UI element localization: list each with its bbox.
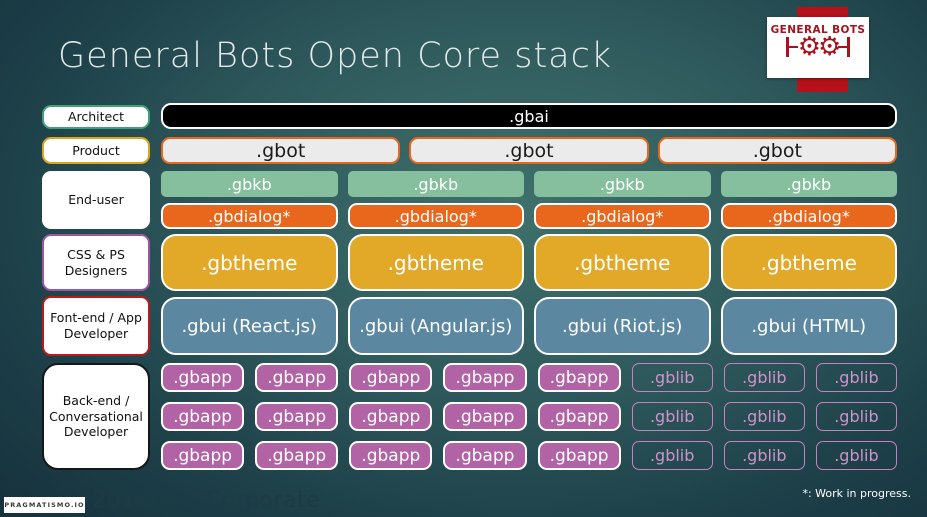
gblib-box: .gblib bbox=[815, 363, 897, 392]
gbdialog-box: .gbdialog* bbox=[161, 203, 338, 229]
row-gbkb: .gbkb .gbkb .gbkb .gbkb bbox=[161, 171, 897, 197]
row-backend-1: .gbapp .gbapp .gbapp .gbapp .gbapp .gbli… bbox=[161, 363, 897, 392]
gbdialog-box: .gbdialog* bbox=[720, 203, 897, 229]
gbdialog-box: .gbdialog* bbox=[347, 203, 524, 229]
gbapp-box: .gbapp bbox=[537, 363, 621, 392]
gbapp-box: .gbapp bbox=[349, 363, 433, 392]
gblib-box: .gblib bbox=[631, 402, 713, 431]
gblib-box: .gblib bbox=[723, 441, 805, 470]
footer-slide-label: 2018Q4 - Corporate bbox=[92, 488, 321, 513]
row-gbot: .gbot .gbot .gbot bbox=[161, 137, 897, 164]
gears-icon: ⚙⚙ bbox=[786, 34, 850, 60]
row-label-architect: Architect bbox=[42, 105, 150, 129]
gbtheme-box: .gbtheme bbox=[534, 234, 711, 291]
row-gbtheme: .gbtheme .gbtheme .gbtheme .gbtheme bbox=[161, 234, 897, 291]
slide: General Bots Open Core stack GENERAL BOT… bbox=[0, 0, 927, 517]
pragmatismo-badge: PRAGMATISMO.IO bbox=[4, 497, 85, 513]
gbapp-box: .gbapp bbox=[349, 402, 433, 431]
gbui-box: .gbui (HTML) bbox=[720, 297, 897, 355]
gbtheme-box: .gbtheme bbox=[720, 234, 897, 291]
gbkb-box: .gbkb bbox=[161, 171, 338, 197]
gblib-box: .gblib bbox=[815, 402, 897, 431]
row-gbui: .gbui (React.js) .gbui (Angular.js) .gbu… bbox=[161, 297, 897, 355]
row-gbdialog: .gbdialog* .gbdialog* .gbdialog* .gbdial… bbox=[161, 203, 897, 229]
gbapp-box: .gbapp bbox=[161, 441, 245, 470]
gbapp-box: .gbapp bbox=[161, 402, 245, 431]
gbkb-box: .gbkb bbox=[534, 171, 711, 197]
gbot-box: .gbot bbox=[657, 137, 897, 164]
gbui-box: .gbui (Riot.js) bbox=[534, 297, 711, 355]
page-title: General Bots Open Core stack bbox=[58, 36, 613, 76]
gbapp-box: .gbapp bbox=[161, 363, 245, 392]
row-label-css-ps-designers: CSS & PS Designers bbox=[42, 234, 150, 291]
gblib-box: .gblib bbox=[815, 441, 897, 470]
gbai-box: .gbai bbox=[161, 103, 897, 129]
gbtheme-box: .gbtheme bbox=[347, 234, 524, 291]
gear-end-bar-right bbox=[847, 37, 850, 57]
general-bots-logo: GENERAL BOTS ⚙⚙ bbox=[767, 17, 869, 78]
row-gbai: .gbai bbox=[161, 103, 897, 129]
footnote: *: Work in progress. bbox=[802, 487, 911, 500]
gbdialog-box: .gbdialog* bbox=[534, 203, 711, 229]
gbkb-box: .gbkb bbox=[720, 171, 897, 197]
gbapp-box: .gbapp bbox=[537, 402, 621, 431]
gbui-box: .gbui (Angular.js) bbox=[347, 297, 524, 355]
gbapp-box: .gbapp bbox=[537, 441, 621, 470]
gblib-box: .gblib bbox=[723, 363, 805, 392]
row-label-backend-conversational-developer: Back-end / Conversational Developer bbox=[42, 363, 150, 470]
gbapp-box: .gbapp bbox=[255, 441, 339, 470]
gbtheme-box: .gbtheme bbox=[161, 234, 338, 291]
row-backend-3: .gbapp .gbapp .gbapp .gbapp .gbapp .gbli… bbox=[161, 441, 897, 470]
gbui-box: .gbui (React.js) bbox=[161, 297, 338, 355]
gbapp-box: .gbapp bbox=[349, 441, 433, 470]
gbapp-box: .gbapp bbox=[255, 363, 339, 392]
gbkb-box: .gbkb bbox=[347, 171, 524, 197]
gbapp-box: .gbapp bbox=[255, 402, 339, 431]
gbapp-box: .gbapp bbox=[443, 402, 527, 431]
row-label-end-user: End-user bbox=[42, 171, 150, 229]
gear-axle-right bbox=[838, 45, 848, 49]
gear-glyphs: ⚙⚙ bbox=[797, 32, 842, 62]
gblib-box: .gblib bbox=[631, 363, 713, 392]
gbapp-box: .gbapp bbox=[443, 441, 527, 470]
gbot-box: .gbot bbox=[161, 137, 401, 164]
gblib-box: .gblib bbox=[723, 402, 805, 431]
gblib-box: .gblib bbox=[631, 441, 713, 470]
row-backend-2: .gbapp .gbapp .gbapp .gbapp .gbapp .gbli… bbox=[161, 402, 897, 431]
gbapp-box: .gbapp bbox=[443, 363, 527, 392]
row-label-frontend-app-developer: Font-end / App Developer bbox=[42, 296, 150, 356]
row-label-product: Product bbox=[42, 137, 150, 164]
gear-axle-left bbox=[788, 45, 798, 49]
gbot-box: .gbot bbox=[409, 137, 649, 164]
